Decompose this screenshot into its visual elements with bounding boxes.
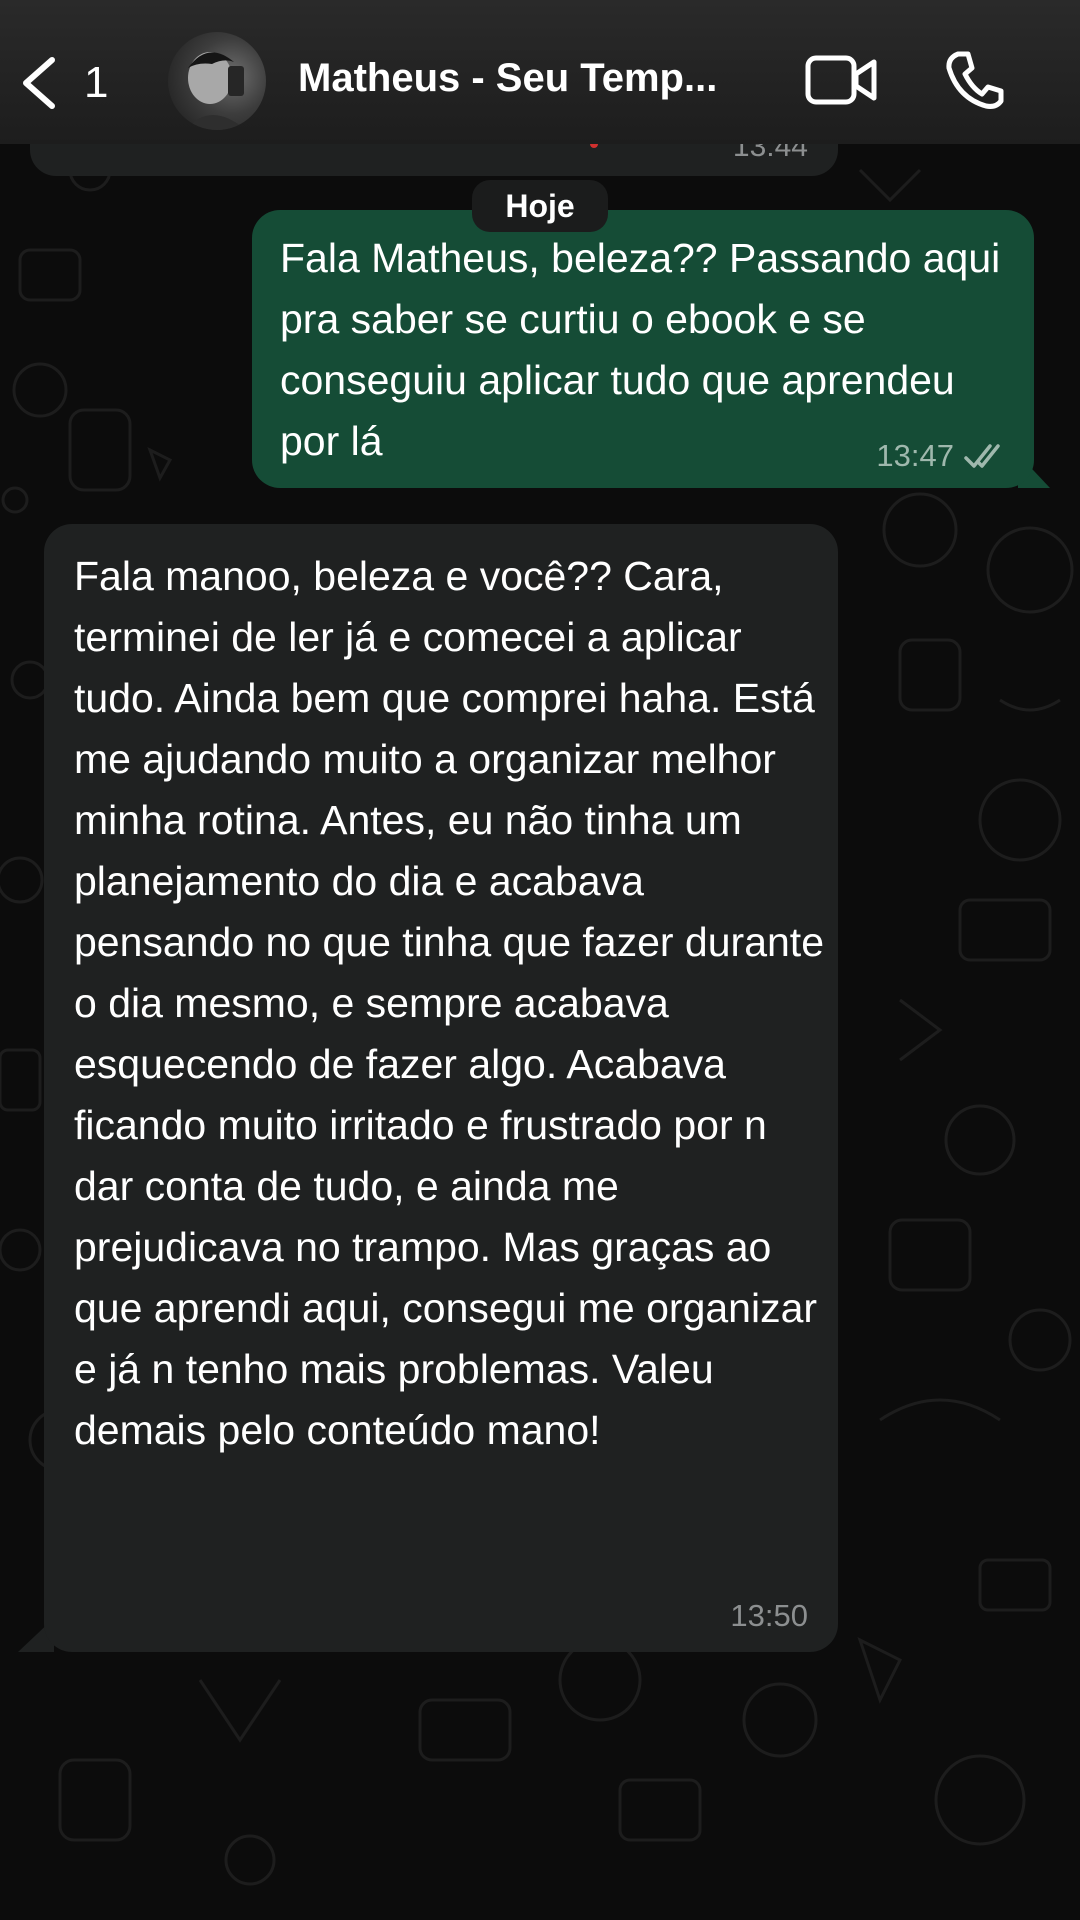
date-separator: Hoje bbox=[472, 180, 608, 232]
message-time: 13:50 bbox=[730, 1598, 808, 1633]
contact-name[interactable]: Matheus - Seu Temp... bbox=[298, 56, 778, 101]
incoming-message-bubble[interactable]: Fala manoo, beleza e você?? Cara, termin… bbox=[44, 524, 838, 1652]
chevron-left-icon bbox=[23, 57, 55, 109]
message-text: Fala Matheus, beleza?? Passando aqui pra… bbox=[280, 235, 1001, 464]
message-time: 13:47 bbox=[876, 438, 954, 473]
unread-count: 1 bbox=[84, 58, 109, 107]
double-check-icon bbox=[964, 444, 1000, 468]
profile-photo bbox=[186, 52, 246, 130]
video-call-button[interactable] bbox=[804, 52, 878, 108]
chat-header: 1 Matheus - Seu Temp... bbox=[0, 0, 1080, 144]
message-meta: 13:47 bbox=[876, 438, 1010, 474]
video-camera-icon bbox=[805, 55, 877, 105]
avatar[interactable] bbox=[168, 32, 266, 130]
message-text: Fala manoo, beleza e você?? Cara, termin… bbox=[74, 553, 824, 1453]
chat-screen: 1 Matheus - Seu Temp... 13:44 Hoje Fala … bbox=[0, 0, 1080, 1920]
voice-call-button[interactable] bbox=[944, 50, 1004, 110]
outgoing-message-bubble[interactable]: Fala Matheus, beleza?? Passando aqui pra… bbox=[252, 210, 1034, 488]
phone-icon bbox=[946, 51, 1004, 109]
back-button[interactable]: 1 bbox=[18, 48, 128, 118]
